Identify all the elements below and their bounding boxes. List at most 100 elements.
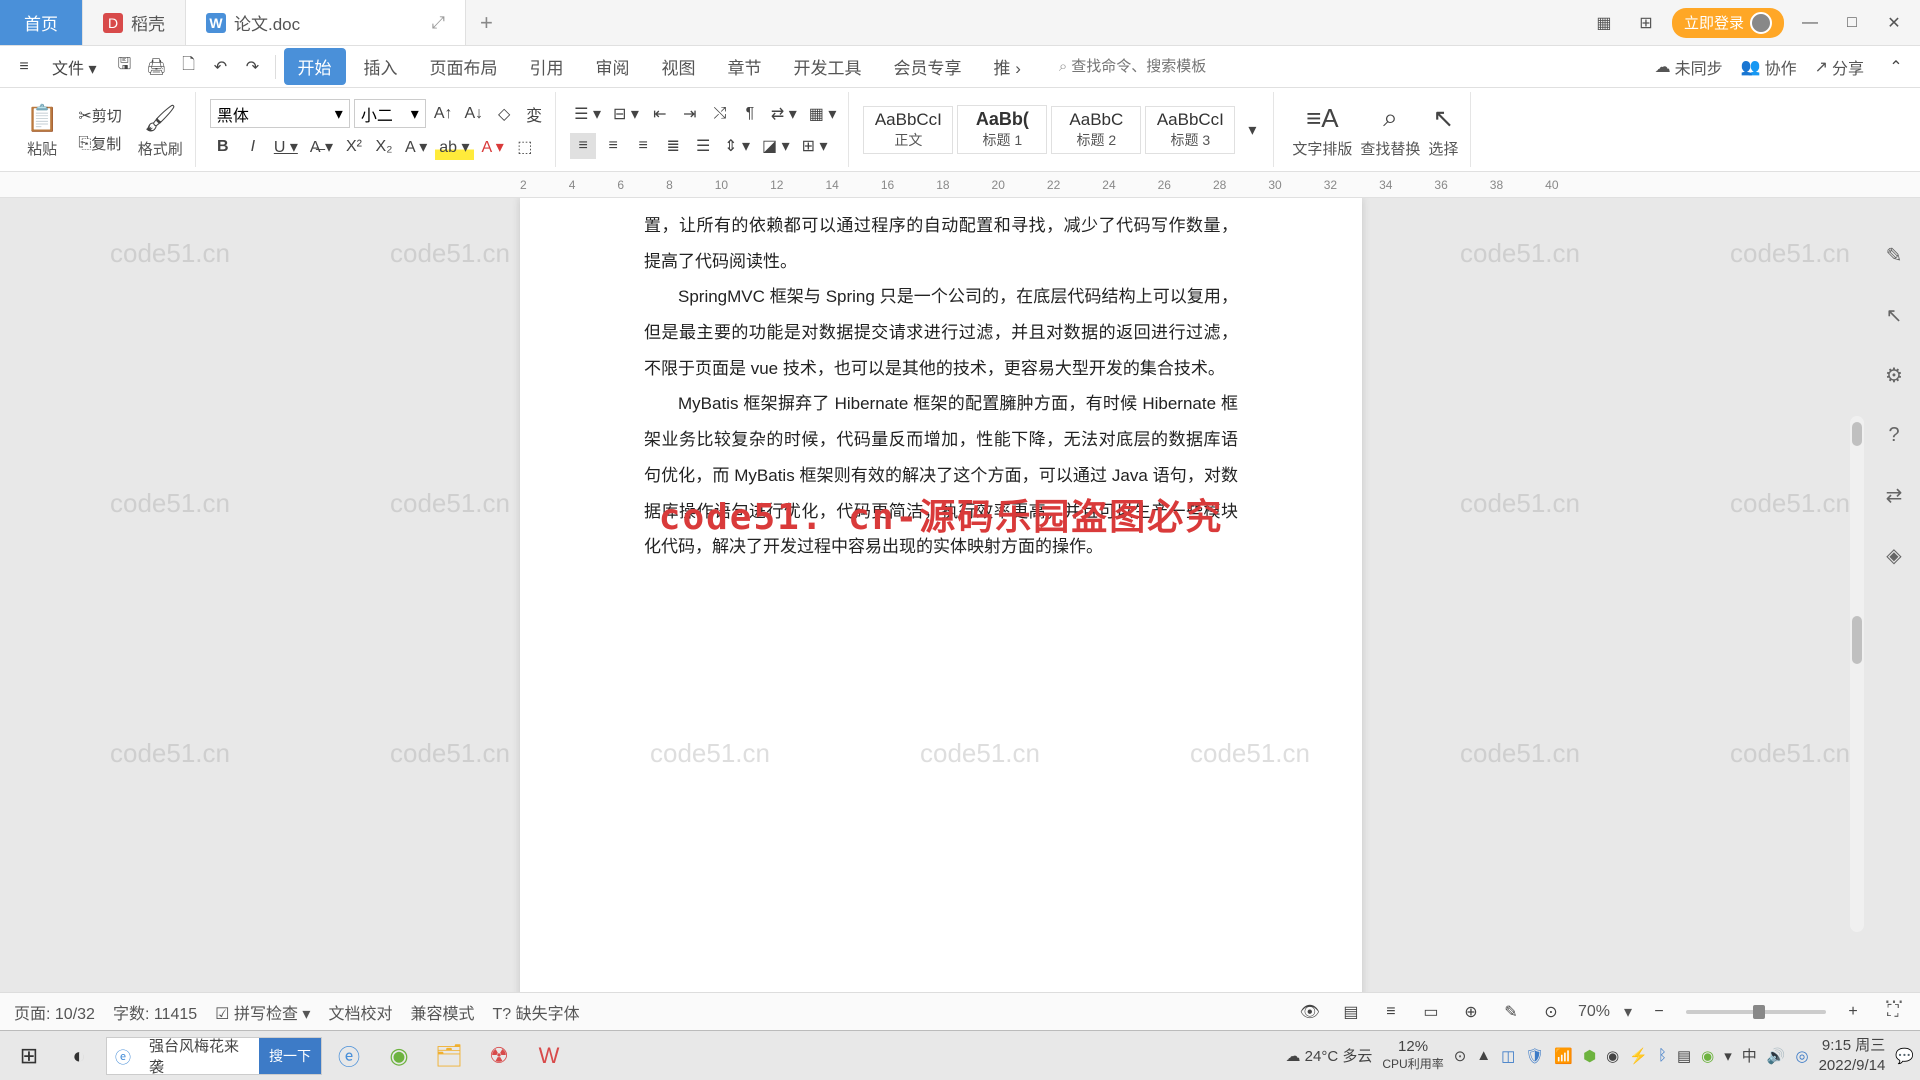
compat-mode[interactable]: 兼容模式	[410, 1000, 474, 1024]
preview-icon[interactable]: 🗋	[175, 53, 203, 81]
word-count[interactable]: 字数: 11415	[113, 1000, 197, 1024]
scroll-thumb[interactable]	[1852, 616, 1862, 664]
clock[interactable]: 9:15 周三 2022/9/14	[1819, 1036, 1886, 1075]
app-task-icon[interactable]: ☢	[476, 1036, 522, 1076]
ime-icon[interactable]: 中	[1742, 1045, 1757, 1066]
align-center-icon[interactable]: ≡	[600, 133, 626, 159]
weblayout-icon[interactable]: ▭	[1418, 999, 1444, 1025]
share-button[interactable]: ↗分享	[1815, 55, 1864, 79]
style-normal[interactable]: AaBbCcI正文	[863, 106, 953, 154]
explorer-task-icon[interactable]: 🗂	[426, 1036, 472, 1076]
sort-icon[interactable]: ⤭	[707, 101, 733, 127]
line-spacing-icon[interactable]: ⇕ ▾	[720, 133, 754, 159]
zoom-level[interactable]: 70%	[1578, 1003, 1610, 1021]
increase-font-icon[interactable]: A↑	[430, 101, 457, 127]
align-justify-icon[interactable]: ≣	[660, 133, 686, 159]
missing-font[interactable]: T? 缺失字体	[492, 1000, 579, 1024]
tab-devtools[interactable]: 开发工具	[780, 48, 876, 85]
paragraph[interactable]: 置，让所有的依赖都可以通过程序的自动配置和寻找，减少了代码写作数量，提高了代码阅…	[644, 208, 1238, 279]
paste-icon[interactable]: 📋	[22, 100, 62, 136]
scroll-thumb[interactable]	[1852, 422, 1862, 446]
tab-daoke[interactable]: D 稻壳	[83, 0, 186, 45]
font-selector[interactable]: 黑体▾	[210, 99, 350, 128]
tray-icon[interactable]: ◫	[1501, 1047, 1515, 1065]
underline-button[interactable]: U ▾	[270, 134, 302, 160]
highlight-button[interactable]: ab ▾	[435, 134, 473, 160]
tray-icon[interactable]: ◉	[1606, 1047, 1619, 1065]
start-button[interactable]: ⊞	[6, 1036, 52, 1076]
text-layout-icon[interactable]: ≡A	[1302, 100, 1343, 136]
show-marks-icon[interactable]: ¶	[737, 101, 763, 127]
horizontal-ruler[interactable]: 246810121416182022242628303234363840	[0, 172, 1920, 198]
italic-button[interactable]: I	[240, 134, 266, 160]
text-effect-icon[interactable]: A ▾	[401, 134, 431, 160]
cursor-icon[interactable]: ↖	[1877, 298, 1911, 332]
tray-icon[interactable]: ◉	[1701, 1047, 1714, 1065]
select-icon[interactable]: ↖	[1429, 100, 1459, 136]
tray-icon[interactable]: ▤	[1677, 1047, 1691, 1065]
distribute-icon[interactable]: ☰	[690, 133, 716, 159]
document-page[interactable]: 置，让所有的依赖都可以通过程序的自动配置和寻找，减少了代码写作数量，提高了代码阅…	[520, 198, 1362, 992]
styles-more-icon[interactable]: ▾	[1239, 117, 1265, 143]
tab-references[interactable]: 引用	[516, 48, 578, 85]
wps-task-icon[interactable]: W	[526, 1036, 572, 1076]
tray-icon[interactable]: ▾	[1724, 1047, 1732, 1065]
page-indicator[interactable]: 页面: 10/32	[14, 1000, 95, 1024]
browser-task-icon[interactable]: ◉	[376, 1036, 422, 1076]
collapse-ribbon-icon[interactable]: ⌃	[1882, 53, 1910, 81]
command-search[interactable]: ⌕	[1059, 58, 1231, 75]
strikethrough-button[interactable]: A̶ ▾	[306, 134, 337, 160]
tray-icon[interactable]: ⊙	[1454, 1047, 1467, 1065]
tab-home[interactable]: 首页	[0, 0, 83, 45]
transform-icon[interactable]: ⇄	[1877, 478, 1911, 512]
tray-icon[interactable]: 🛡	[1525, 1047, 1544, 1065]
tab-insert[interactable]: 插入	[350, 48, 412, 85]
close-button[interactable]: ✕	[1878, 7, 1910, 39]
increase-indent-icon[interactable]: ⇥	[677, 101, 703, 127]
table-border-icon[interactable]: ⊞ ▾	[798, 133, 832, 159]
help-icon[interactable]: ?	[1877, 418, 1911, 452]
save-icon[interactable]: 🖫	[111, 53, 139, 81]
zoom-dropdown-icon[interactable]: ▾	[1624, 1002, 1632, 1022]
spellcheck-toggle[interactable]: ☑ 拼写检查 ▾	[215, 1000, 310, 1024]
zoom-plus-icon[interactable]: +	[1840, 999, 1866, 1025]
eye-icon[interactable]: 👁	[1296, 999, 1324, 1025]
copy-button[interactable]: ⎘ 复制	[74, 131, 125, 157]
weather-widget[interactable]: ☁ 24°C 多云	[1286, 1045, 1373, 1066]
outline-icon[interactable]: ⊕	[1458, 999, 1484, 1025]
zoom-out-icon[interactable]: ⊙	[1538, 999, 1564, 1025]
style-heading1[interactable]: AaBb(标题 1	[957, 105, 1047, 154]
zoom-thumb[interactable]	[1753, 1005, 1765, 1019]
zoom-minus-icon[interactable]: −	[1646, 999, 1672, 1025]
style-heading2[interactable]: AaBbC标题 2	[1051, 106, 1141, 154]
document-viewport[interactable]: 置，让所有的依赖都可以通过程序的自动配置和寻找，减少了代码写作数量，提高了代码阅…	[0, 198, 1920, 992]
pagemode-icon[interactable]: ≡	[1378, 999, 1404, 1025]
taskbar-search[interactable]: ⓔ 强台风梅花来袭 搜一下	[106, 1037, 322, 1075]
search-input[interactable]	[1071, 58, 1231, 75]
cortana-icon[interactable]: ◐	[56, 1036, 102, 1076]
bold-button[interactable]: B	[210, 134, 236, 160]
border-icon[interactable]: ▦ ▾	[805, 101, 841, 127]
grid-view-icon[interactable]: ▦	[1588, 7, 1620, 39]
tab-char-icon[interactable]: ⇄ ▾	[767, 101, 801, 127]
notifications-icon[interactable]: 💬	[1895, 1047, 1914, 1065]
tab-member[interactable]: 会员专享	[880, 48, 976, 85]
volume-icon[interactable]: 🔊	[1767, 1047, 1786, 1065]
tab-start[interactable]: 开始	[284, 48, 346, 85]
align-right-icon[interactable]: ≡	[630, 133, 656, 159]
file-menu[interactable]: 文件 ▾	[42, 51, 107, 83]
maximize-button[interactable]: □	[1836, 7, 1868, 39]
tab-add-button[interactable]: +	[466, 10, 507, 36]
subscript-button[interactable]: X₂	[371, 134, 397, 160]
draft-icon[interactable]: ✎	[1498, 999, 1524, 1025]
format-brush-icon[interactable]: 🖌	[140, 100, 181, 136]
sync-status[interactable]: ☁未同步	[1655, 55, 1723, 79]
style-heading3[interactable]: AaBbCcI标题 3	[1145, 106, 1235, 154]
decrease-indent-icon[interactable]: ⇤	[647, 101, 673, 127]
tray-icon[interactable]: ᛒ	[1658, 1047, 1667, 1064]
print-icon[interactable]: 🖨	[143, 53, 171, 81]
hamburger-icon[interactable]: ≡	[10, 53, 38, 81]
undo-icon[interactable]: ↶	[207, 53, 235, 81]
find-replace-icon[interactable]: ⌕	[1377, 100, 1403, 136]
tray-icon[interactable]: ▲	[1476, 1047, 1491, 1064]
